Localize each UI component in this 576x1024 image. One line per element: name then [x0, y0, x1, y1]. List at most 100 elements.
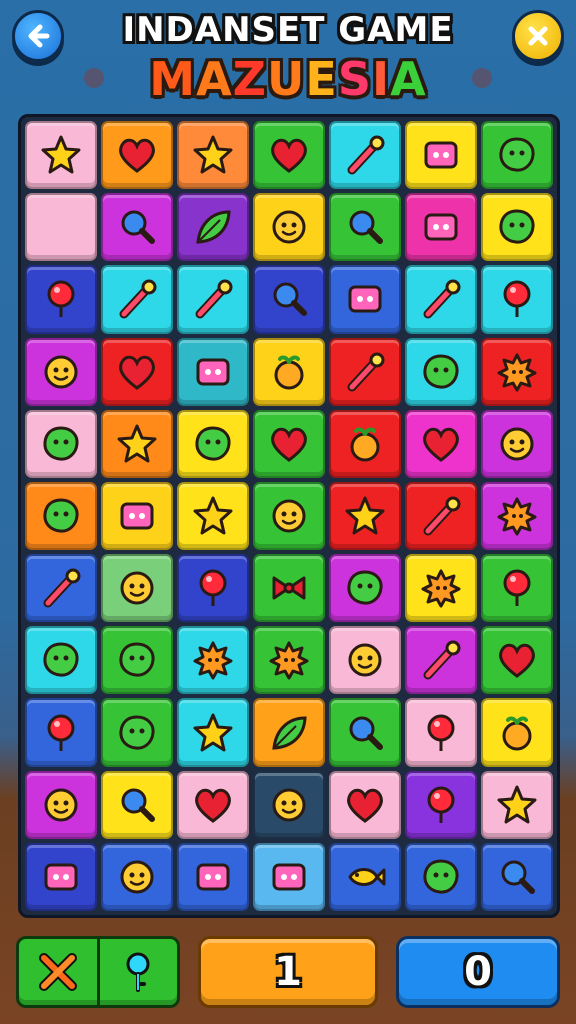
- board-tile[interactable]: [25, 337, 97, 406]
- board-tile[interactable]: [405, 409, 477, 478]
- board-tile[interactable]: [253, 770, 325, 839]
- board-tile[interactable]: [481, 409, 553, 478]
- board-tile[interactable]: [329, 337, 401, 406]
- board-tile[interactable]: [405, 337, 477, 406]
- board-tile[interactable]: [329, 842, 401, 911]
- blob-icon: [43, 642, 79, 677]
- board-tile[interactable]: [481, 481, 553, 551]
- board-tile[interactable]: [177, 193, 249, 262]
- flower-icon: [193, 641, 233, 680]
- board-tile[interactable]: [481, 337, 553, 406]
- board-tile[interactable]: [101, 554, 173, 623]
- board-tile[interactable]: [25, 193, 97, 262]
- key-tool-button[interactable]: [96, 939, 178, 1005]
- board-tile[interactable]: [177, 842, 249, 911]
- board-tile[interactable]: [253, 121, 325, 190]
- board-tile[interactable]: [253, 193, 325, 262]
- board-tile[interactable]: [25, 409, 97, 478]
- board-tile[interactable]: [101, 698, 173, 767]
- board-tile[interactable]: [329, 121, 401, 190]
- box-icon: [348, 285, 382, 313]
- board-tile[interactable]: [253, 626, 325, 695]
- board-tile[interactable]: [329, 626, 401, 695]
- board-tile[interactable]: [101, 265, 173, 334]
- balloon-icon: [47, 280, 75, 318]
- board-tile[interactable]: [329, 554, 401, 623]
- board-tile[interactable]: [101, 842, 173, 911]
- board-tile[interactable]: [329, 770, 401, 839]
- star-icon: [497, 785, 537, 824]
- board-tile[interactable]: [101, 626, 173, 695]
- board-tile[interactable]: [329, 409, 401, 478]
- board-tile[interactable]: [25, 265, 97, 334]
- board-tile[interactable]: [481, 698, 553, 767]
- board-tile[interactable]: [481, 121, 553, 190]
- board-tile[interactable]: [101, 770, 173, 839]
- face-icon: [120, 860, 154, 894]
- board-tile[interactable]: [481, 626, 553, 695]
- board-tile[interactable]: [405, 770, 477, 839]
- board-tile[interactable]: [481, 770, 553, 839]
- board-tile[interactable]: [481, 842, 553, 911]
- board-tile[interactable]: [405, 554, 477, 623]
- board-tile[interactable]: [253, 265, 325, 334]
- board-tile[interactable]: [101, 337, 173, 406]
- balloon-icon: [427, 786, 455, 823]
- board-tile[interactable]: [405, 265, 477, 334]
- fruit-icon: [274, 355, 304, 390]
- board-tile[interactable]: [253, 842, 325, 911]
- bottom-bar: 1 0: [16, 936, 560, 1008]
- board-tile[interactable]: [329, 698, 401, 767]
- board-tile[interactable]: [101, 481, 173, 551]
- blob-icon: [423, 859, 459, 894]
- board-tile[interactable]: [177, 409, 249, 478]
- board-tile[interactable]: [329, 265, 401, 334]
- board-tile[interactable]: [101, 121, 173, 190]
- board-tile[interactable]: [405, 121, 477, 190]
- board-tile[interactable]: [101, 193, 173, 262]
- board-tile[interactable]: [25, 121, 97, 190]
- star-icon: [117, 424, 157, 463]
- board-tile[interactable]: [177, 121, 249, 190]
- board-tile[interactable]: [25, 698, 97, 767]
- magnifier-icon: [121, 788, 155, 822]
- board-tile[interactable]: [405, 626, 477, 695]
- board-tile[interactable]: [329, 481, 401, 551]
- board-tile[interactable]: [253, 554, 325, 623]
- face-icon: [500, 427, 534, 461]
- board-tile[interactable]: [25, 626, 97, 695]
- flower-icon: [421, 569, 461, 608]
- board-tile[interactable]: [481, 554, 553, 623]
- board-tile[interactable]: [177, 770, 249, 839]
- board-tile[interactable]: [177, 337, 249, 406]
- board-tile[interactable]: [253, 409, 325, 478]
- board-tile[interactable]: [177, 265, 249, 334]
- board-tile[interactable]: [405, 698, 477, 767]
- blob-icon: [43, 426, 79, 461]
- board-tile[interactable]: [481, 265, 553, 334]
- board-tile[interactable]: [25, 842, 97, 911]
- board-tile[interactable]: [177, 698, 249, 767]
- board-tile[interactable]: [405, 193, 477, 262]
- board-tile[interactable]: [253, 698, 325, 767]
- board-tile[interactable]: [25, 554, 97, 623]
- wand-icon: [119, 279, 157, 319]
- board-tile[interactable]: [177, 481, 249, 551]
- wand-icon: [195, 279, 233, 319]
- face-icon: [120, 571, 154, 605]
- board-tile[interactable]: [253, 337, 325, 406]
- board-tile[interactable]: [329, 193, 401, 262]
- board-tile[interactable]: [101, 409, 173, 478]
- subtitle-letter: E: [305, 52, 338, 106]
- board-tile[interactable]: [25, 770, 97, 839]
- board-tile[interactable]: [177, 554, 249, 623]
- blob-icon: [347, 570, 383, 605]
- board-tile[interactable]: [177, 626, 249, 695]
- board-tile[interactable]: [405, 842, 477, 911]
- board-tile[interactable]: [405, 481, 477, 551]
- board-tile[interactable]: [253, 481, 325, 551]
- board-tile[interactable]: [25, 481, 97, 551]
- hammer-tool-button[interactable]: [19, 939, 97, 1005]
- board-tile[interactable]: [481, 193, 553, 262]
- box-icon: [272, 863, 306, 891]
